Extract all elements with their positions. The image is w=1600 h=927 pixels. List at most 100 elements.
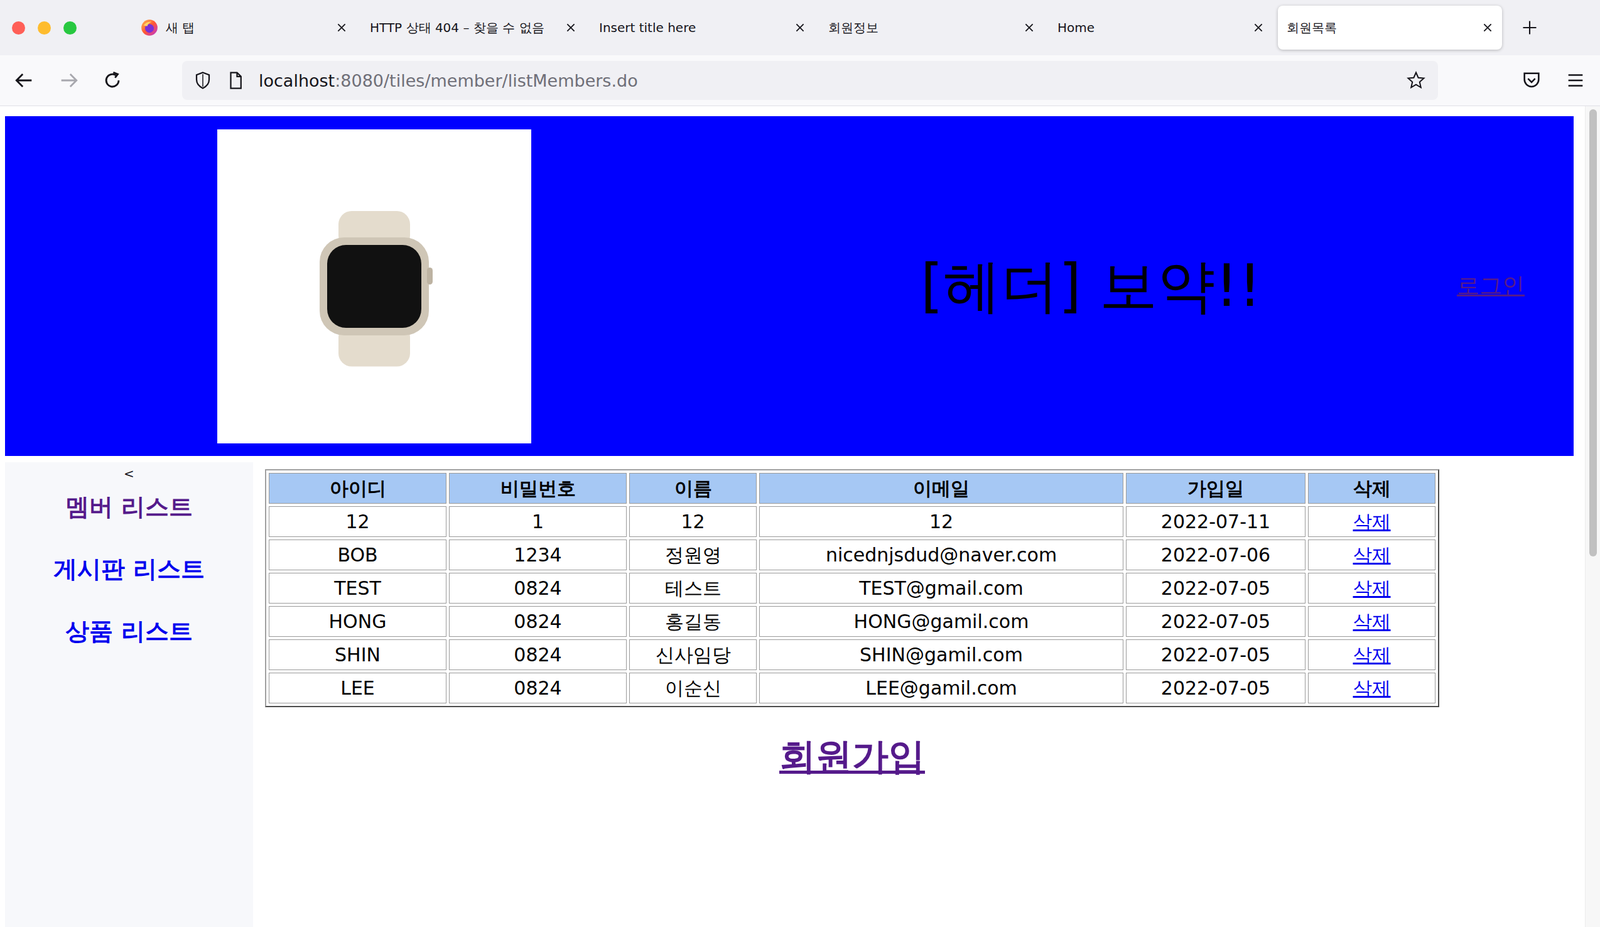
table-cell: 2022-07-06 bbox=[1125, 539, 1306, 571]
table-cell: 0824 bbox=[448, 672, 627, 704]
column-header: 아이디 bbox=[268, 472, 447, 504]
delete-link[interactable]: 삭제 bbox=[1353, 543, 1391, 566]
table-cell: SHIN@gamil.com bbox=[759, 639, 1124, 671]
browser-tab[interactable]: 회원정보 bbox=[819, 5, 1044, 50]
page-header: [헤더] 보약!! 로그인 bbox=[5, 116, 1574, 456]
pocket-icon[interactable] bbox=[1520, 69, 1543, 92]
watch-icon bbox=[280, 192, 469, 381]
sidebar-item[interactable]: 상품 리스트 bbox=[65, 615, 193, 648]
table-cell: 2022-07-05 bbox=[1125, 639, 1306, 671]
delete-link[interactable]: 삭제 bbox=[1353, 676, 1391, 699]
table-cell: TEST@gmail.com bbox=[759, 572, 1124, 604]
table-cell: BOB bbox=[268, 539, 447, 571]
page-icon bbox=[226, 70, 245, 90]
tab-strip: 새 탭 HTTP 상태 404 – 찾을 수 없음 Insert title her… bbox=[0, 0, 1600, 56]
scrollbar[interactable] bbox=[1584, 106, 1600, 927]
table-cell: 12 bbox=[629, 506, 757, 537]
table-cell: 삭제 bbox=[1308, 605, 1436, 637]
tab-label: 새 탭 bbox=[165, 19, 329, 37]
url-field[interactable]: localhost:8080/tiles/member/listMembers.… bbox=[182, 60, 1438, 100]
table-row: SHIN0824신사임당SHIN@gamil.com2022-07-05삭제 bbox=[268, 639, 1436, 671]
browser-tab[interactable]: Insert title here bbox=[590, 5, 815, 50]
table-cell: 12 bbox=[268, 506, 447, 537]
window-controls bbox=[0, 21, 130, 35]
table-header-row: 아이디비밀번호이름이메일가입일삭제 bbox=[268, 472, 1436, 504]
login-link[interactable]: 로그인 bbox=[1456, 270, 1525, 302]
close-tab-icon[interactable] bbox=[1252, 21, 1265, 34]
sidebar-item[interactable]: 멤버 리스트 bbox=[65, 491, 193, 524]
table-cell: 홍길동 bbox=[629, 605, 757, 637]
table-cell: 12 bbox=[759, 506, 1124, 537]
plus-icon[interactable] bbox=[1522, 20, 1538, 36]
delete-link[interactable]: 삭제 bbox=[1353, 610, 1391, 633]
table-cell: 0824 bbox=[448, 572, 627, 604]
members-table: 아이디비밀번호이름이메일가입일삭제12112122022-07-11삭제BOB1… bbox=[264, 469, 1440, 708]
url-text: localhost:8080/tiles/member/listMembers.… bbox=[258, 70, 1393, 91]
table-cell: 정원영 bbox=[629, 539, 757, 571]
browser-tab[interactable]: Home bbox=[1048, 5, 1273, 50]
table-cell: 테스트 bbox=[629, 572, 757, 604]
browser-tab[interactable]: 새 탭 bbox=[131, 5, 357, 50]
column-header: 가입일 bbox=[1125, 472, 1306, 504]
browser-window: 새 탭 HTTP 상태 404 – 찾을 수 없음 Insert title her… bbox=[0, 0, 1600, 927]
table-row: HONG0824홍길동HONG@gamil.com2022-07-05삭제 bbox=[268, 605, 1436, 637]
delete-link[interactable]: 삭제 bbox=[1353, 577, 1391, 600]
page-body: <멤버 리스트게시판 리스트상품 리스트아이디비밀번호이름이메일가입일삭제121… bbox=[5, 462, 1574, 927]
table-cell: 삭제 bbox=[1308, 639, 1436, 671]
table-cell: 삭제 bbox=[1308, 506, 1436, 537]
menu-icon[interactable] bbox=[1564, 69, 1587, 92]
reload-icon[interactable] bbox=[101, 69, 124, 92]
column-header: 삭제 bbox=[1308, 472, 1436, 504]
table-row: 12112122022-07-11삭제 bbox=[268, 506, 1436, 537]
header-title: [헤더] 보약!! bbox=[920, 247, 1262, 326]
minimize-window-button[interactable] bbox=[37, 21, 51, 35]
back-arrow-icon[interactable] bbox=[13, 69, 36, 92]
close-tab-icon[interactable] bbox=[335, 21, 348, 34]
header-image bbox=[217, 129, 532, 444]
sidebar: < 멤버 리스트게시판 리스트상품 리스트 bbox=[5, 462, 254, 927]
tab-label: 회원정보 bbox=[828, 19, 1017, 37]
signup-link[interactable]: 회원가입 bbox=[779, 732, 925, 782]
table-cell: 이순신 bbox=[629, 672, 757, 704]
web-page: [헤더] 보약!! 로그인 < 멤버 리스트게시판 리스트상품 리스트 아이디비밀번호이… bbox=[0, 106, 1585, 927]
table-cell: TEST bbox=[268, 572, 447, 604]
delete-link[interactable]: 삭제 bbox=[1353, 510, 1391, 533]
table-cell: 삭제 bbox=[1308, 672, 1436, 704]
table-cell: SHIN bbox=[268, 639, 447, 671]
close-tab-icon[interactable] bbox=[794, 21, 806, 34]
tab-label: HTTP 상태 404 – 찾을 수 없음 bbox=[369, 19, 558, 37]
tab-label: Home bbox=[1057, 20, 1246, 36]
table-cell: 삭제 bbox=[1308, 572, 1436, 604]
browser-tab[interactable]: HTTP 상태 404 – 찾을 수 없음 bbox=[361, 5, 586, 50]
table-cell: 2022-07-05 bbox=[1125, 572, 1306, 604]
forward-arrow-icon[interactable] bbox=[57, 69, 80, 92]
close-tab-icon[interactable] bbox=[1481, 21, 1494, 34]
close-window-button[interactable] bbox=[11, 21, 26, 35]
browser-tab[interactable]: 회원목록 bbox=[1277, 5, 1503, 50]
zoom-window-button[interactable] bbox=[63, 21, 77, 35]
close-tab-icon[interactable] bbox=[1023, 21, 1035, 34]
shield-icon[interactable] bbox=[193, 70, 213, 90]
delete-link[interactable]: 삭제 bbox=[1353, 643, 1391, 666]
star-icon[interactable] bbox=[1406, 70, 1426, 90]
table-row: LEE0824이순신LEE@gamil.com2022-07-05삭제 bbox=[268, 672, 1436, 704]
table-cell: 2022-07-05 bbox=[1125, 605, 1306, 637]
column-header: 이름 bbox=[629, 472, 757, 504]
table-cell: 1234 bbox=[448, 539, 627, 571]
scrollbar-thumb[interactable] bbox=[1589, 109, 1597, 557]
table-cell: nicednjsdud@naver.com bbox=[759, 539, 1124, 571]
close-tab-icon[interactable] bbox=[565, 21, 577, 34]
content-area: 아이디비밀번호이름이메일가입일삭제12112122022-07-11삭제BOB1… bbox=[264, 462, 1574, 927]
sidebar-item[interactable]: 게시판 리스트 bbox=[53, 553, 205, 586]
table-cell: 0824 bbox=[448, 605, 627, 637]
firefox-icon bbox=[140, 18, 159, 37]
tab-label: 회원목록 bbox=[1286, 19, 1475, 37]
sidebar-toggle[interactable]: < bbox=[123, 465, 135, 482]
table-cell: HONG bbox=[268, 605, 447, 637]
table-cell: 신사임당 bbox=[629, 639, 757, 671]
table-cell: 2022-07-11 bbox=[1125, 506, 1306, 537]
table-cell: 1 bbox=[448, 506, 627, 537]
table-cell: 2022-07-05 bbox=[1125, 672, 1306, 704]
table-cell: LEE@gamil.com bbox=[759, 672, 1124, 704]
tab-label: Insert title here bbox=[599, 20, 787, 36]
